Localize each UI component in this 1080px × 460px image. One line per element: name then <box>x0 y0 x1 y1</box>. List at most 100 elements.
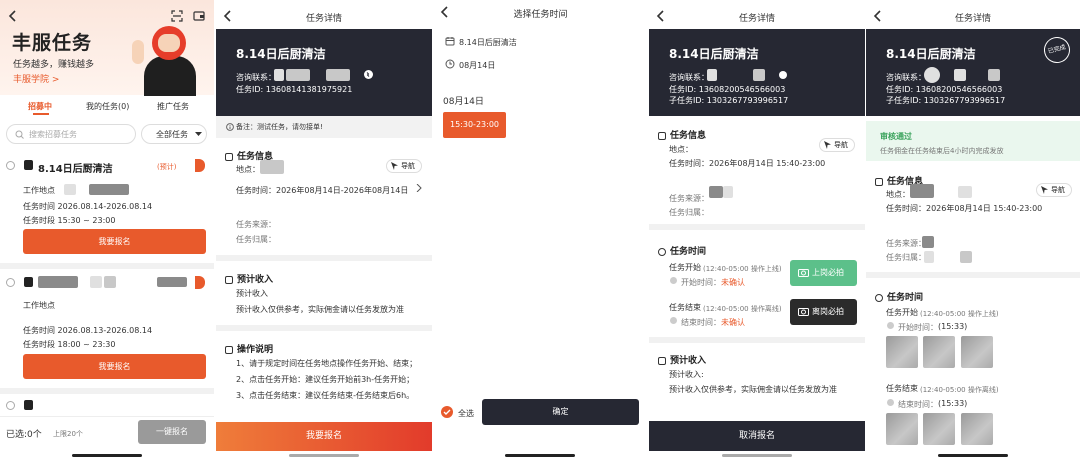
time-slot-option[interactable]: 15:30-23:00 <box>443 112 506 138</box>
start-photo-1[interactable] <box>886 336 918 368</box>
select-all-label[interactable]: 全选 <box>458 408 474 419</box>
chevron-right-icon[interactable] <box>416 184 422 192</box>
start-photo-2[interactable] <box>923 336 955 368</box>
phone-icon[interactable] <box>364 70 373 79</box>
filter-dropdown[interactable]: 全部任务 <box>141 124 207 144</box>
confirm-button[interactable]: 确定 <box>482 399 639 425</box>
task1-apply-button[interactable]: 我要报名 <box>23 229 206 254</box>
slogan: 任务越多，赚钱越多 <box>13 60 95 70</box>
divider <box>866 272 1080 278</box>
task1-period: 任务时段 15:30 ~ 23:00 <box>23 216 116 225</box>
end-photo-3[interactable] <box>961 413 993 445</box>
task-title: 8.14日后厨清洁 <box>669 47 759 61</box>
task-source-label: 任务来源： <box>236 220 276 229</box>
nav-title: 任务详情 <box>305 14 342 24</box>
home-indicator <box>938 454 1008 457</box>
nav-title: 任务详情 <box>738 14 775 24</box>
income-note: 预计收入仅供参考，实际佣金请以任务发放为准 <box>669 385 837 394</box>
task-id: 任务ID: 13608141381975921 <box>236 85 353 94</box>
income-section-title: 预计收入 <box>658 353 706 366</box>
start-time-label: 开始时间： <box>898 323 938 332</box>
info-icon <box>875 177 883 186</box>
start-time: (15:33) <box>938 322 968 331</box>
search-icon <box>15 130 24 139</box>
task1-checkbox[interactable] <box>6 161 15 170</box>
clock-icon <box>445 59 455 69</box>
task-header: 8.14日后厨清洁 咨询联系： 任务ID: 13608141381975921 <box>216 29 432 116</box>
end-photo-button[interactable]: 离岗必拍 <box>790 299 857 325</box>
divider <box>0 388 214 394</box>
scan-icon[interactable] <box>171 10 183 22</box>
ops-section-title: 操作说明 <box>225 342 273 355</box>
clock-icon <box>875 293 883 302</box>
task3-badge-icon <box>24 400 33 410</box>
status-dot <box>670 317 677 324</box>
status-dot <box>887 399 894 406</box>
search-box[interactable]: 搜索招募任务 <box>6 124 136 144</box>
task-source-label: 任务来源： <box>886 239 926 248</box>
ops-step-2: 2、点击任务开始：建议任务开始前3h-任务开始； <box>236 375 415 384</box>
start-photo-3[interactable] <box>961 336 993 368</box>
divider <box>649 224 865 230</box>
panel-task-detail: 任务详情 8.14日后厨清洁 咨询联系： 任务ID: 1360814138197… <box>216 0 432 460</box>
task1-title[interactable]: 8.14日后厨清洁 <box>38 160 113 175</box>
search-input[interactable]: 搜索招募任务 <box>29 129 77 140</box>
checkmark-icon <box>443 409 451 415</box>
note-text: 备注：测试任务，请勿接单! <box>236 123 323 131</box>
brand-title: 丰服任务 <box>12 32 93 54</box>
cancel-registration-button[interactable]: 取消报名 <box>649 421 865 451</box>
task2-apply-button[interactable]: 我要报名 <box>23 354 206 379</box>
end-label: 任务结束 <box>886 384 918 393</box>
task-owner-label: 任务归属： <box>236 235 276 244</box>
subtask-id: 子任务ID: 1303267793996517 <box>886 96 1006 105</box>
tab-recruiting[interactable]: 招募中 <box>28 101 52 112</box>
task2-period: 任务时段 18:00 ~ 23:30 <box>23 340 116 349</box>
task-time: 任务时间：2026年08月14日 15:40-23:00 <box>669 159 826 168</box>
navigate-button[interactable]: 导航 <box>819 138 855 152</box>
batch-apply-button[interactable]: 一键报名 <box>138 420 206 444</box>
navigate-button[interactable]: 导航 <box>1036 183 1072 197</box>
camera-icon <box>798 308 809 316</box>
task2-location-label: 工作地点 <box>23 301 55 310</box>
task-name: 8.14日后厨清洁 <box>459 38 517 47</box>
start-label: 任务开始 <box>669 263 701 272</box>
start-status: 未确认 <box>721 278 745 287</box>
tab-my-tasks[interactable]: 我的任务(0) <box>86 101 129 112</box>
task-header: 8.14日后厨清洁 咨询联系： 任务ID: 13608200546566003 … <box>649 29 865 116</box>
back-icon[interactable] <box>8 10 18 22</box>
select-all-checkbox[interactable] <box>441 406 453 418</box>
navigate-button[interactable]: 导航 <box>386 159 422 173</box>
money-icon <box>658 356 666 365</box>
info-icon <box>226 123 234 131</box>
end-time-label: 结束时间： <box>681 318 721 327</box>
task2-checkbox[interactable] <box>6 278 15 287</box>
date-heading: 08月14日 <box>443 97 484 107</box>
divider <box>649 337 865 343</box>
apply-button[interactable]: 我要报名 <box>216 422 432 451</box>
calendar-icon <box>445 37 455 46</box>
task-time: 任务时间：2026年08月14日-2026年08月14日 <box>236 186 409 195</box>
end-photo-2[interactable] <box>923 413 955 445</box>
task2-badge-icon <box>24 277 33 287</box>
selected-count: 已选:0个 <box>6 430 42 440</box>
navigation-arrow-icon <box>1041 186 1048 194</box>
end-note: (12:40-05:00 操作离线) <box>703 305 782 313</box>
nav-title: 选择任务时间 <box>513 10 568 20</box>
money-icon <box>225 275 233 284</box>
panel-select-time: 选择任务时间 8.14日后厨清洁 08月14日 08月14日 15:30-23:… <box>433 0 648 460</box>
task-time: 任务时间：2026年08月14日 15:40-23:00 <box>886 204 1043 213</box>
note-bar: 备注：测试任务，请勿接单! <box>216 116 432 138</box>
task3-checkbox[interactable] <box>6 401 15 410</box>
divider <box>216 325 432 331</box>
phone-icon[interactable] <box>779 71 787 79</box>
start-photo-button[interactable]: 上岗必拍 <box>790 260 857 286</box>
tab-promotion[interactable]: 推广任务 <box>157 101 189 112</box>
contact-label: 咨询联系： <box>886 73 926 82</box>
task-owner-label: 任务归属： <box>669 208 709 217</box>
task1-price-tag <box>195 159 205 172</box>
end-photo-1[interactable] <box>886 413 918 445</box>
academy-link[interactable]: 丰服学院 > <box>13 72 59 85</box>
wallet-icon[interactable] <box>193 10 205 22</box>
panel-task-detail-applied: 任务详情 8.14日后厨清洁 咨询联系： 任务ID: 1360820054656… <box>649 0 865 460</box>
subtask-id: 子任务ID: 1303267793996517 <box>669 96 789 105</box>
